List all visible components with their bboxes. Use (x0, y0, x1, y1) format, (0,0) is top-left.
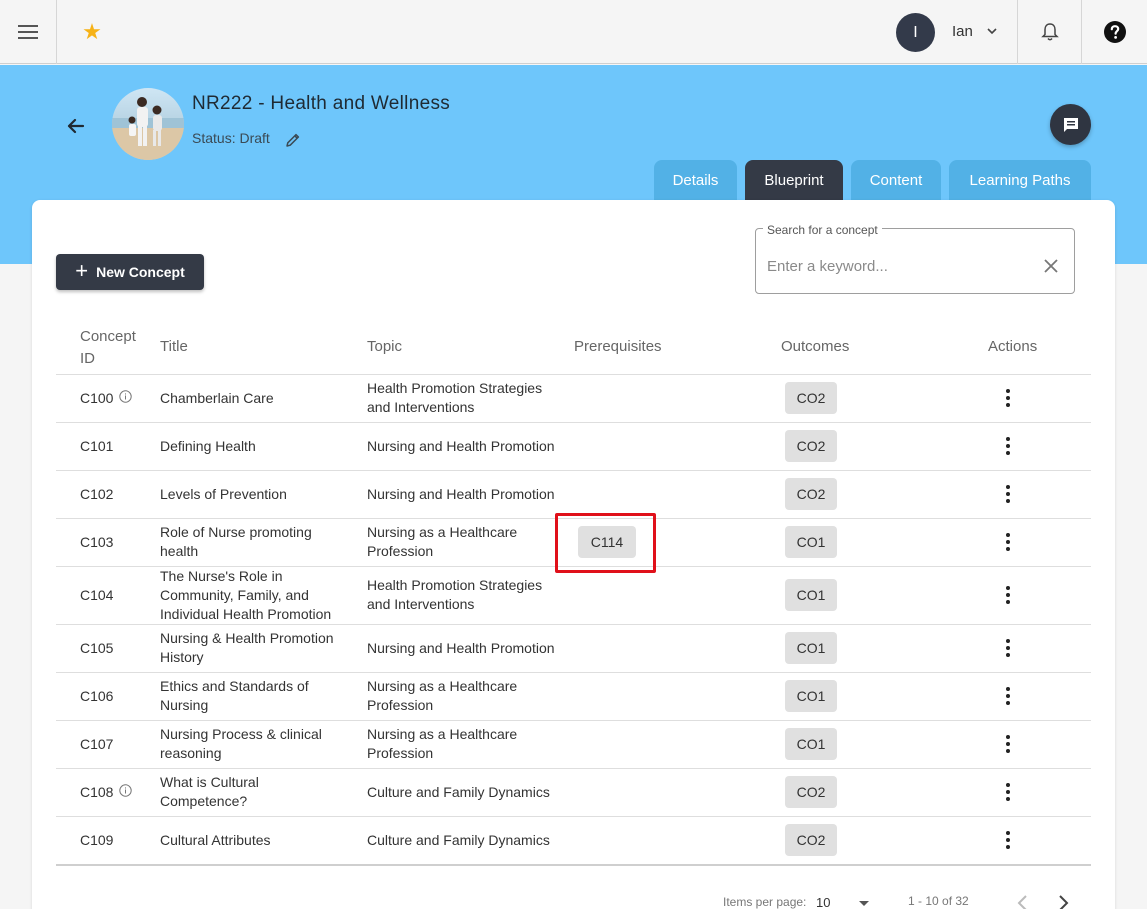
tab-details[interactable]: Details (654, 160, 737, 200)
back-arrow-icon[interactable] (62, 112, 90, 140)
prev-page-icon[interactable] (1013, 893, 1033, 909)
col-header-title: Title (160, 338, 188, 355)
outcome-chip[interactable]: CO1 (785, 632, 837, 664)
pencil-edit-icon[interactable] (284, 131, 302, 149)
table-divider (56, 864, 1091, 866)
concept-topic: Culture and Family Dynamics (367, 832, 550, 848)
notifications-button[interactable] (1017, 0, 1082, 64)
concept-topic: Nursing as a Healthcare Profession (367, 678, 518, 713)
next-page-icon[interactable] (1053, 893, 1073, 909)
concept-id: C102 (80, 486, 114, 502)
outcome-chip[interactable]: CO2 (785, 824, 837, 856)
concept-title: Defining Health (160, 438, 256, 454)
more-actions-icon[interactable] (998, 733, 1018, 755)
course-status: Status: Draft (192, 130, 270, 146)
course-image (112, 88, 184, 160)
concept-topic: Health Promotion Strategies and Interven… (367, 577, 543, 612)
outcome-chip[interactable]: CO2 (785, 382, 837, 414)
search-input[interactable] (767, 256, 1027, 276)
concept-topic: Nursing and Health Promotion (367, 438, 555, 454)
menu-button[interactable] (0, 0, 57, 64)
outcome-chip[interactable]: CO2 (785, 478, 837, 510)
outcome-chip[interactable]: CO2 (785, 776, 837, 808)
concept-topic: Nursing as a Healthcare Profession (367, 726, 518, 761)
more-actions-icon[interactable] (998, 781, 1018, 803)
concept-id: C103 (80, 534, 114, 550)
concept-topic: Culture and Family Dynamics (367, 784, 550, 800)
concept-title: Nursing & Health Promotion History (160, 630, 334, 665)
outcome-chip[interactable]: CO1 (785, 579, 837, 611)
help-icon (1103, 21, 1126, 43)
col-header-prerequisites: Prerequisites (574, 338, 662, 355)
concept-title: What is Cultural Competence? (160, 774, 259, 809)
more-actions-icon[interactable] (998, 829, 1018, 851)
concept-id: C104 (80, 587, 114, 603)
info-icon[interactable] (119, 784, 132, 797)
concept-topic: Health Promotion Strategies and Interven… (367, 380, 543, 415)
concept-title: Nursing Process & clinical reasoning (160, 726, 322, 761)
concept-title: Role of Nurse promoting health (160, 524, 312, 559)
concept-title: Chamberlain Care (160, 390, 274, 406)
outcome-chip[interactable]: CO1 (785, 728, 837, 760)
highlight-box (555, 513, 656, 573)
concept-id: C108 (80, 784, 114, 800)
plus-icon: + (75, 258, 89, 283)
search-label: Search for a concept (763, 223, 882, 237)
dropdown-arrow-icon[interactable] (858, 900, 870, 908)
page-range: 1 - 10 of 32 (908, 894, 969, 908)
more-actions-icon[interactable] (998, 637, 1018, 659)
more-actions-icon[interactable] (998, 387, 1018, 409)
concept-id: C100 (80, 390, 114, 406)
col-header-actions: Actions (988, 338, 1038, 355)
col-header-topic: Topic (367, 338, 403, 355)
more-actions-icon[interactable] (998, 531, 1018, 553)
concept-title: The Nurse's Role in Community, Family, a… (160, 568, 332, 622)
outcome-chip[interactable]: CO1 (785, 680, 837, 712)
concept-id: C106 (80, 688, 114, 704)
tab-learning-paths[interactable]: Learning Paths (949, 160, 1091, 200)
outcome-chip[interactable]: CO2 (785, 430, 837, 462)
user-name[interactable]: Ian (952, 23, 973, 40)
col-header-outcomes: Outcomes (781, 338, 850, 355)
info-icon[interactable] (119, 390, 132, 403)
chat-icon (1063, 117, 1078, 132)
tab-content[interactable]: Content (851, 160, 941, 200)
concept-title: Ethics and Standards of Nursing (160, 678, 309, 713)
new-concept-label: New Concept (96, 264, 185, 280)
tab-blueprint[interactable]: Blueprint (745, 160, 843, 200)
concept-topic: Nursing and Health Promotion (367, 486, 555, 502)
outcome-chip[interactable]: CO1 (785, 526, 837, 558)
more-actions-icon[interactable] (998, 685, 1018, 707)
items-per-page-label: Items per page: (723, 895, 807, 909)
concept-title: Cultural Attributes (160, 832, 271, 848)
col-header-concept-id: Concept ID (80, 328, 136, 367)
avatar[interactable]: I (896, 13, 935, 52)
items-per-page-select[interactable]: 10 (816, 895, 830, 909)
favorite-star-icon[interactable]: ★ (57, 0, 127, 64)
page-title: NR222 - Health and Wellness (192, 93, 451, 114)
more-actions-icon[interactable] (998, 584, 1018, 606)
chevron-down-icon[interactable] (986, 26, 998, 36)
concept-id: C101 (80, 438, 114, 454)
top-app-bar: ★ I Ian (0, 0, 1147, 64)
concept-id: C107 (80, 736, 114, 752)
concept-title: Levels of Prevention (160, 486, 287, 502)
comments-button[interactable] (1050, 104, 1091, 145)
help-button[interactable] (1082, 0, 1147, 64)
concept-topic: Nursing and Health Promotion (367, 640, 555, 656)
concept-topic: Nursing as a Healthcare Profession (367, 524, 518, 559)
concept-id: C105 (80, 640, 114, 656)
bell-icon (1040, 23, 1059, 41)
concept-id: C109 (80, 832, 114, 848)
more-actions-icon[interactable] (998, 435, 1018, 457)
new-concept-button[interactable]: + New Concept (56, 254, 204, 290)
close-icon[interactable] (1040, 255, 1062, 277)
more-actions-icon[interactable] (998, 483, 1018, 505)
hamburger-menu-icon (18, 25, 38, 39)
